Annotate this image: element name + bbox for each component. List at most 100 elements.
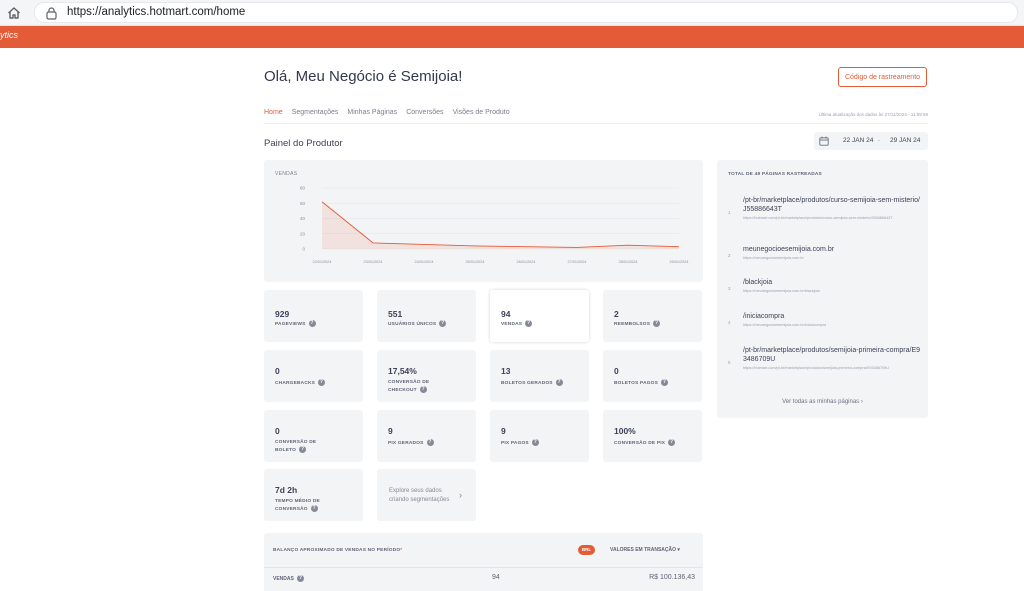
info-icon[interactable]: ? <box>525 320 533 327</box>
metric-value: 0 <box>275 426 280 436</box>
last-update-text: Última atualização dos dados às 27/11/20… <box>818 112 928 117</box>
metric-value: 13 <box>501 366 511 376</box>
metric-card[interactable]: 100% CONVERSÃO DE PIX? <box>603 410 702 462</box>
y-tick-label: 80 <box>300 186 306 191</box>
nav-tabs: Home Segmentações Minhas Páginas Convers… <box>264 106 510 124</box>
tracking-code-button[interactable]: Código de rastreamento <box>838 67 927 87</box>
page-path: /pt-br/marketplace/produtos/semijoia-pri… <box>743 347 921 363</box>
metric-card[interactable]: 94 VENDAS? <box>490 290 589 342</box>
page-index: 2 <box>728 253 731 258</box>
explore-segmentations-card[interactable]: Explore seus dados criando segmentações … <box>377 469 476 521</box>
app-brand-bar: ytics <box>0 26 1024 48</box>
address-bar[interactable]: https://analytics.hotmart.com/home <box>34 2 1018 23</box>
chevron-right-icon: › <box>459 490 462 500</box>
sales-area <box>322 201 679 249</box>
x-tick-label: 23/01/2024 <box>363 260 382 264</box>
metric-value: 9 <box>501 426 506 436</box>
metric-value: 2 <box>614 309 619 319</box>
metric-label: BOLETOS PAGOS? <box>614 379 669 386</box>
panel-title: Painel do Produtor <box>264 138 343 149</box>
tracked-pages-card: TOTAL DE 49 PÁGINAS RASTREADAS 1/pt-br/m… <box>717 160 928 418</box>
metric-value: 7d 2h <box>275 485 298 495</box>
metric-card[interactable]: 9 PIX GERADOS? <box>377 410 476 462</box>
metric-value: 94 <box>501 309 511 319</box>
tab-segmentacoes[interactable]: Segmentações <box>292 106 339 124</box>
url-text: https://analytics.hotmart.com/home <box>67 6 246 18</box>
sales-balance-card: BALANÇO APROXIMADO DE VENDAS NO PERÍODO*… <box>264 533 703 591</box>
info-icon[interactable]: ? <box>426 439 434 446</box>
date-from: 22 JAN 24 <box>843 137 874 144</box>
metric-card[interactable]: 17,54% CONVERSÃO DE CHECKOUT? <box>377 350 476 402</box>
info-icon[interactable]: ? <box>668 439 676 446</box>
page-index: 5 <box>728 360 731 365</box>
y-tick-label: 20 <box>300 231 306 236</box>
browser-toolbar: https://analytics.hotmart.com/home <box>0 0 1024 26</box>
metric-card[interactable]: 0 CONVERSÃO DE BOLETO? <box>264 410 363 462</box>
x-tick-label: 29/01/2024 <box>669 260 688 264</box>
tab-conversoes[interactable]: Conversões <box>406 106 443 124</box>
page-url: https://meunegocioesemijoia.com.br/black… <box>743 289 820 293</box>
metric-card[interactable]: 7d 2h TEMPO MÉDIO DE CONVERSÃO? <box>264 469 363 521</box>
info-icon[interactable]: ? <box>299 446 307 453</box>
explore-text: Explore seus dados criando segmentações <box>389 488 450 503</box>
see-all-pages-link[interactable]: Ver todas as minhas páginas › <box>717 399 928 405</box>
metric-value: 0 <box>275 366 280 376</box>
lock-icon <box>46 7 57 20</box>
balance-row-count: 94 <box>492 574 500 581</box>
page-path: /iniciacompra <box>743 313 785 320</box>
sales-chart-card: VENDAS 0 20 40 60 80 22/01/2024 23/01/2024 24/0… <box>264 160 703 282</box>
date-separator: - <box>878 137 881 144</box>
info-icon[interactable]: ? <box>531 439 539 446</box>
metric-card[interactable]: 2 REEMBOLSOS? <box>603 290 702 342</box>
calendar-icon <box>819 136 829 146</box>
metric-label: PAGEVIEWS? <box>275 320 316 327</box>
tab-visoes-de-produto[interactable]: Visões de Produto <box>453 106 510 124</box>
metric-card[interactable]: 9 PIX PAGOS? <box>490 410 589 462</box>
metric-label: TEMPO MÉDIO DE CONVERSÃO? <box>275 499 320 512</box>
info-icon[interactable]: ? <box>308 320 316 327</box>
metric-value: 100% <box>614 426 636 436</box>
metric-label: CONVERSÃO DE BOLETO? <box>275 440 317 453</box>
page-title: Olá, Meu Negócio é Semijoia! <box>264 68 463 85</box>
page-index: 3 <box>728 286 731 291</box>
y-tick-label: 40 <box>300 216 306 221</box>
tab-home[interactable]: Home <box>264 106 283 124</box>
metric-label: CONVERSÃO DE CHECKOUT? <box>388 380 430 393</box>
currency-badge[interactable]: BRL <box>578 545 595 555</box>
page-url: https://hotmart.com/pt-br/marketplace/pr… <box>743 366 890 370</box>
info-icon[interactable]: ? <box>296 575 304 582</box>
date-to: 29 JAN 24 <box>890 137 921 144</box>
x-tick-label: 27/01/2024 <box>567 260 586 264</box>
y-tick-label: 0 <box>302 247 305 252</box>
home-icon[interactable] <box>6 5 22 21</box>
metric-value: 551 <box>388 309 403 319</box>
info-icon[interactable]: ? <box>318 379 326 386</box>
info-icon[interactable]: ? <box>661 379 669 386</box>
page-path: meunegocioesemijoia.com.br <box>743 246 835 253</box>
balance-row-amount: R$ 100.136,43 <box>649 574 695 581</box>
tabs-divider <box>264 123 928 124</box>
metric-card[interactable]: 0 BOLETOS PAGOS? <box>603 350 702 402</box>
transaction-values-dropdown[interactable]: VALORES EM TRANSAÇÃO ▾ <box>610 547 680 553</box>
info-icon[interactable]: ? <box>439 320 447 327</box>
page-path: /pt-br/marketplace/produtos/curso-semijo… <box>743 197 920 213</box>
info-icon[interactable]: ? <box>653 320 661 327</box>
page-url: https://meunegocioesemijoia.com.br <box>743 256 804 260</box>
info-icon[interactable]: ? <box>310 505 318 512</box>
metric-card[interactable]: 551 USUÁRIOS ÚNICOS? <box>377 290 476 342</box>
balance-title: BALANÇO APROXIMADO DE VENDAS NO PERÍODO* <box>273 548 403 553</box>
tab-minhas-paginas[interactable]: Minhas Páginas <box>347 106 397 124</box>
info-icon[interactable]: ? <box>555 379 563 386</box>
metric-label: USUÁRIOS ÚNICOS? <box>388 320 447 327</box>
chevron-right-icon: › <box>860 399 863 405</box>
app-root: https://analytics.hotmart.com/home ytics… <box>0 0 1024 591</box>
metric-card[interactable]: 0 CHARGEBACKS? <box>264 350 363 402</box>
info-icon[interactable]: ? <box>419 386 427 393</box>
balance-row-label: VENDAS? <box>273 575 304 582</box>
sales-line <box>321 201 680 248</box>
page-url: https://meunegocioesemijoia.com.br/inici… <box>743 323 827 327</box>
metric-card[interactable]: 929 PAGEVIEWS? <box>264 290 363 342</box>
metric-card[interactable]: 13 BOLETOS GERADOS? <box>490 350 589 402</box>
page-path: /blackjoia <box>743 279 773 286</box>
date-range-picker[interactable]: 22 JAN 24 - 29 JAN 24 <box>814 132 928 150</box>
